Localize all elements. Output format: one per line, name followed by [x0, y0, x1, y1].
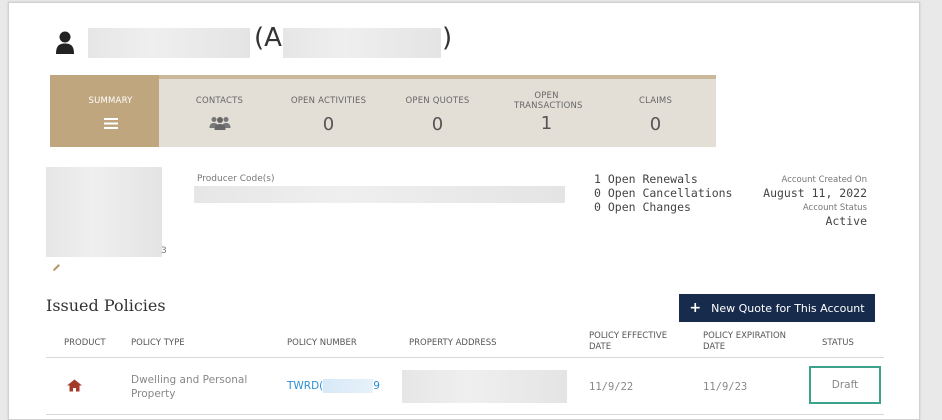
- plus-icon: +: [689, 300, 702, 316]
- account-status-value: Active: [825, 214, 867, 228]
- account-status-label: Account Status: [802, 203, 867, 213]
- tab-open-activities[interactable]: OPEN ACTIVITIES 0: [268, 75, 389, 147]
- account-number-open: (A: [254, 23, 282, 53]
- table-header-divider: [46, 357, 884, 358]
- person-icon: [56, 31, 74, 54]
- tab-summary-label: SUMMARY: [88, 96, 133, 106]
- menu-icon: [50, 118, 171, 134]
- open-changes: 0 Open Changes: [594, 200, 691, 214]
- producer-code-redacted: [194, 186, 565, 203]
- house-icon: [67, 379, 82, 392]
- account-address-redacted: [46, 167, 162, 257]
- tab-claims-count: 0: [649, 114, 662, 135]
- people-icon: [159, 116, 280, 132]
- policy-effective-date: 11/9/22: [589, 381, 634, 393]
- open-cancellations: 0 Open Cancellations: [594, 186, 733, 200]
- col-product: PRODUCT: [64, 338, 106, 348]
- table-bottom-divider: [46, 414, 884, 415]
- account-number-close: ): [442, 23, 453, 53]
- col-property-address: PROPERTY ADDRESS: [409, 338, 497, 348]
- tab-open-transactions-count: 1: [540, 113, 553, 134]
- issued-policies-title: Issued Policies: [46, 296, 166, 315]
- producer-code-label: Producer Code(s): [197, 174, 275, 184]
- policy-number-link[interactable]: TWRD( 9: [287, 379, 380, 393]
- tab-open-quotes-count: 0: [431, 114, 444, 135]
- account-created-label: Account Created On: [781, 175, 867, 185]
- policy-number-redacted: [323, 379, 374, 393]
- account-number-redacted: [283, 28, 441, 58]
- col-policy-number: POLICY NUMBER: [287, 338, 357, 348]
- tab-summary[interactable]: SUMMARY: [50, 75, 171, 147]
- status-badge: Draft: [809, 366, 881, 404]
- account-created-date: August 11, 2022: [763, 186, 867, 200]
- policy-number-suffix: 9: [373, 380, 380, 392]
- open-renewals: 1 Open Renewals: [594, 172, 698, 186]
- tab-claims-label: CLAIMS: [638, 96, 673, 106]
- tab-claims[interactable]: CLAIMS 0: [595, 75, 716, 147]
- tab-open-transactions[interactable]: OPEN TRANSACTIONS 1: [486, 75, 607, 147]
- policy-expiration-date: 11/9/23: [703, 381, 748, 393]
- tab-open-transactions-label: OPEN TRANSACTIONS: [514, 91, 583, 111]
- property-address-redacted: [402, 370, 567, 403]
- policy-number-prefix: TWRD(: [287, 380, 324, 392]
- account-panel: (A ) SUMMARY CONTACTS OPEN ACTIVITIES 0 …: [8, 2, 920, 420]
- tab-contacts-label: CONTACTS: [195, 96, 244, 106]
- col-policy-type: POLICY TYPE: [131, 338, 185, 348]
- tab-open-quotes-label: OPEN QUOTES: [405, 96, 470, 106]
- account-name-redacted: [88, 28, 250, 58]
- new-quote-label: New Quote for This Account: [711, 301, 865, 315]
- address-fragment: 3: [161, 246, 167, 256]
- tab-open-activities-count: 0: [322, 114, 335, 135]
- tab-open-quotes[interactable]: OPEN QUOTES 0: [377, 75, 498, 147]
- pencil-icon[interactable]: [52, 263, 61, 272]
- policy-type: Dwelling and Personal Property: [131, 374, 248, 400]
- tab-open-activities-label: OPEN ACTIVITIES: [290, 96, 367, 106]
- col-policy-effective-date: POLICY EFFECTIVE DATE: [589, 331, 668, 352]
- col-status: STATUS: [822, 338, 854, 348]
- col-policy-expiration-date: POLICY EXPIRATION DATE: [703, 331, 787, 352]
- new-quote-button[interactable]: + New Quote for This Account: [679, 294, 875, 322]
- tab-contacts[interactable]: CONTACTS: [159, 75, 280, 147]
